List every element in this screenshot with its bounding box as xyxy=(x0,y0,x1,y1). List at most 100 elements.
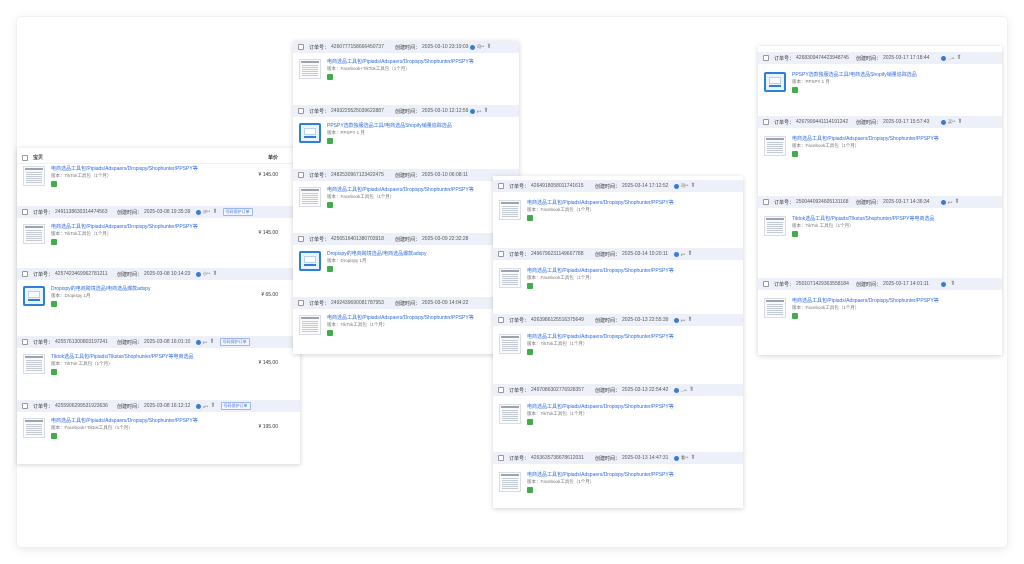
product-thumbnail[interactable] xyxy=(764,72,786,92)
product-name-link[interactable]: Tiktok选品工具包/Pipiads/Tikstar/Shophunter/P… xyxy=(792,215,934,222)
thumb-text-line xyxy=(502,420,518,421)
product-thumbnail[interactable] xyxy=(299,187,321,207)
product-name-link[interactable]: Tiktok选品工具包/Pipiads/Tikstar/Shophunter/P… xyxy=(51,353,193,360)
order-checkbox[interactable] xyxy=(763,199,769,205)
product-name-link[interactable]: Dropispy的电商跨境选品/电商选品爆款adspy xyxy=(327,250,426,257)
product-name-link[interactable]: 电商选品工具包/Pipiads/Adspaers/Dropispy/Shophu… xyxy=(792,135,939,142)
product-name-link[interactable]: 电商选品工具包/Pipiads/Adspaers/Dropispy/Shophu… xyxy=(51,417,198,424)
product-thumbnail[interactable] xyxy=(299,315,321,335)
product-thumbnail[interactable] xyxy=(764,216,786,236)
product-spec: 版本：Dropispy 1月 xyxy=(51,293,91,298)
order-number: 4267999441114191242 xyxy=(796,119,849,125)
order-checkbox[interactable] xyxy=(298,44,304,50)
order-checkbox[interactable] xyxy=(498,387,504,393)
product-name-link[interactable]: Dropispy的电商跨境选品/电商选品爆款adspy xyxy=(51,285,150,292)
filter-icon[interactable]: ⫪ xyxy=(688,251,691,257)
order-checkbox[interactable] xyxy=(298,236,304,242)
product-thumbnail[interactable] xyxy=(764,136,786,156)
filter-icon[interactable]: ⫪ xyxy=(691,183,694,189)
product-thumbnail[interactable] xyxy=(23,418,45,438)
order-checkbox[interactable] xyxy=(298,172,304,178)
order-checkbox[interactable] xyxy=(498,183,504,189)
thumb-text-line xyxy=(26,230,42,231)
buyer-nick: t** xyxy=(681,317,686,323)
thumb-text-line xyxy=(767,228,783,229)
product-name-link[interactable]: 电商选品工具包/Pipiads/Adspaers/Dropispy/Shophu… xyxy=(527,267,674,274)
thumb-text-line xyxy=(26,182,42,183)
product-thumbnail[interactable] xyxy=(23,166,45,186)
order-checkbox[interactable] xyxy=(498,251,504,257)
filter-icon[interactable]: ⫪ xyxy=(955,199,958,205)
order-number-label: 订单号： xyxy=(309,44,330,51)
product-name-link[interactable]: 电商选品工具包/Pipiads/Adspaers/Dropispy/Shophu… xyxy=(327,186,474,193)
product-thumbnail[interactable] xyxy=(499,268,521,288)
order-checkbox[interactable] xyxy=(22,339,28,345)
filter-icon[interactable]: ⫪ xyxy=(691,455,694,461)
filter-icon[interactable]: ⫪ xyxy=(213,271,216,277)
thumb-text-line xyxy=(26,238,42,239)
order-checkbox[interactable] xyxy=(298,108,304,114)
order-number-label: 订单号： xyxy=(309,172,330,179)
user-avatar-icon xyxy=(196,271,202,277)
thumb-text-line xyxy=(502,482,518,483)
product-name-link[interactable]: 电商选品工具包/Pipiads/Adspaers/Dropispy/Shophu… xyxy=(51,223,198,230)
product-name-link[interactable]: 电商选品工具包/Pipiads/Adspaers/Dropispy/Shophu… xyxy=(527,199,674,206)
thumb-text-line xyxy=(26,232,42,233)
order-item: Dropispy的电商跨境选品/电商选品爆款adspy 版本：Dropispy 1… xyxy=(293,247,519,281)
filter-icon[interactable]: ⫪ xyxy=(210,339,213,345)
product-thumbnail[interactable] xyxy=(499,334,521,354)
filter-icon[interactable]: ⫪ xyxy=(951,281,954,287)
product-name-link[interactable]: PPSPY选款独服选品工具/电商选品Shopify销量追踪选品 xyxy=(327,122,452,129)
product-name-link[interactable]: 电商选品工具包/Pipiads/Adspaers/Dropispy/Shophu… xyxy=(792,297,939,304)
order-checkbox[interactable] xyxy=(763,281,769,287)
product-thumbnail[interactable] xyxy=(499,472,521,492)
thumb-text-line xyxy=(767,310,783,311)
order-checkbox[interactable] xyxy=(763,119,769,125)
product-name-link[interactable]: 电商选品工具包/Pipiads/Adspaers/Dropispy/Shophu… xyxy=(527,333,674,340)
filter-icon[interactable]: ⫪ xyxy=(688,317,691,323)
order-checkbox[interactable] xyxy=(22,271,28,277)
order-checkbox[interactable] xyxy=(498,455,504,461)
user-avatar-icon xyxy=(674,455,680,461)
order-checkbox[interactable] xyxy=(22,209,28,215)
order-checkbox[interactable] xyxy=(22,403,28,409)
product-thumbnail[interactable] xyxy=(499,404,521,424)
order-item: 电商选品工具包/Pipiads/Adspaers/Dropispy/Shophu… xyxy=(17,414,300,448)
filter-icon[interactable]: ⫪ xyxy=(211,403,214,409)
select-all-checkbox[interactable] xyxy=(22,154,28,161)
filter-icon[interactable]: ⫪ xyxy=(690,387,693,393)
product-thumbnail[interactable] xyxy=(23,354,45,374)
filter-icon[interactable]: ⫪ xyxy=(213,209,216,215)
thumb-title-line xyxy=(25,420,43,422)
thumb-text-line xyxy=(302,67,318,68)
product-name-link[interactable]: 电商选品工具包/Pipiads/Adspaers/Dropispy/Shophu… xyxy=(327,314,474,321)
product-thumbnail[interactable] xyxy=(23,224,45,244)
product-thumbnail[interactable] xyxy=(23,286,45,306)
order-checkbox[interactable] xyxy=(498,317,504,323)
product-thumbnail[interactable] xyxy=(499,200,521,220)
filter-icon[interactable]: ⫪ xyxy=(958,119,961,125)
product-thumbnail[interactable] xyxy=(764,298,786,318)
order-checkbox[interactable] xyxy=(298,300,304,306)
product-thumbnail[interactable] xyxy=(299,123,321,143)
thumb-text-line xyxy=(767,226,783,227)
order-checkbox[interactable] xyxy=(763,55,769,61)
product-name-link[interactable]: PPSPY选款独服选品工具/电商选品Shopify销量追踪选品 xyxy=(792,71,917,78)
product-thumbnail[interactable] xyxy=(299,59,321,79)
thumb-text-line xyxy=(302,325,318,326)
filter-icon[interactable]: ⫪ xyxy=(957,55,960,61)
thumb-text-line xyxy=(767,152,783,153)
order-number-label: 订单号： xyxy=(509,387,530,394)
filter-icon[interactable]: ⫪ xyxy=(487,44,490,50)
order-header: 订单号： 4268309474423948745 创建时间： 2025-03-17 1… xyxy=(758,52,1002,64)
product-thumbnail[interactable] xyxy=(299,251,321,271)
filter-icon[interactable]: ⫪ xyxy=(484,108,487,114)
product-name-link[interactable]: 电商选品工具包/Pipiads/Adspaers/Dropispy/Shophu… xyxy=(527,403,674,410)
order-number-label: 订单号： xyxy=(33,209,54,216)
thumb-text-line xyxy=(502,212,518,213)
product-name-link[interactable]: 电商选品工具包/Pipiads/Adspaers/Dropispy/Shophu… xyxy=(327,58,474,65)
user-avatar-icon xyxy=(941,55,947,61)
product-name-link[interactable]: 电商选品工具包/Pipiads/Adspaers/Dropispy/Shophu… xyxy=(51,165,198,172)
product-name-link[interactable]: 电商选品工具包/Pipiads/Adspaers/Dropispy/Shophu… xyxy=(527,471,674,478)
order-number-label: 订单号： xyxy=(509,455,530,462)
